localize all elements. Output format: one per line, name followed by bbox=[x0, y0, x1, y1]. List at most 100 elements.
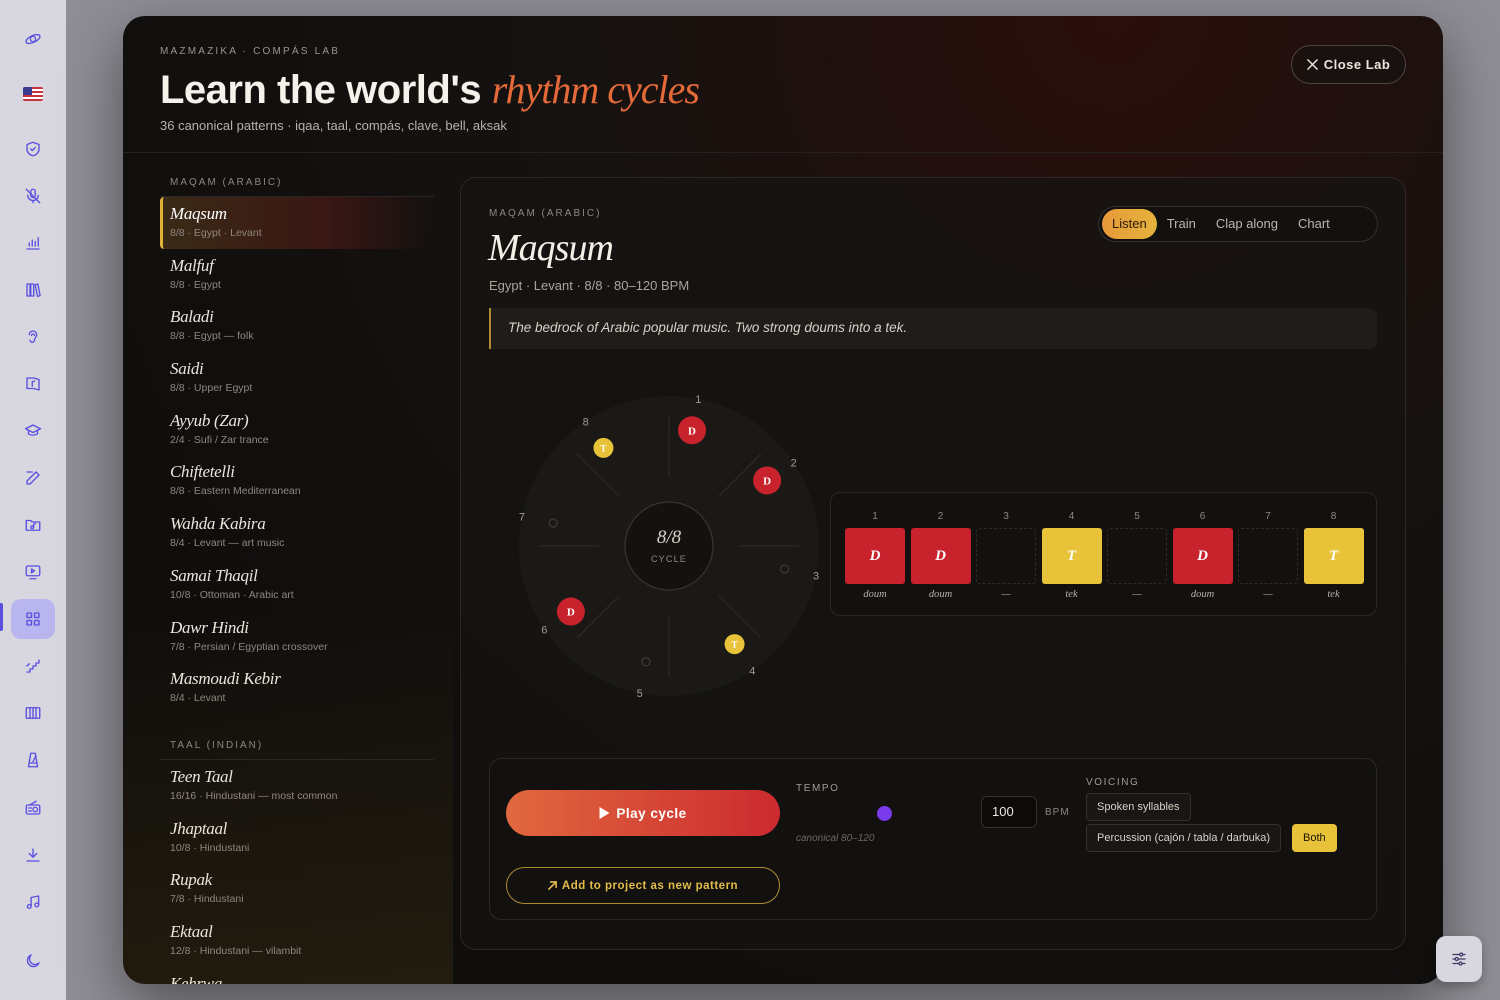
add-to-project-button[interactable]: Add to project as new pattern bbox=[506, 867, 780, 904]
pattern-list-item[interactable]: Teen Taal 16/16 · Hindustani — most commo… bbox=[160, 760, 434, 812]
pattern-list-item[interactable]: Rupak 7/8 · Hindustani bbox=[160, 863, 434, 915]
tempo-input[interactable]: 100 bbox=[981, 796, 1037, 828]
pattern-meta: 10/8 · Ottoman · Arabic art bbox=[170, 588, 294, 601]
close-icon bbox=[1306, 59, 1318, 70]
voicing-label: VOICING bbox=[1086, 777, 1140, 788]
ear-icon[interactable] bbox=[11, 317, 55, 357]
beat-syllable: — bbox=[1001, 589, 1011, 600]
group-label: MAQAM (ARABIC) bbox=[160, 153, 434, 197]
play-cycle-button[interactable]: Play cycle bbox=[506, 790, 780, 836]
stairs-chart-icon[interactable] bbox=[11, 646, 55, 686]
pattern-name: Ektaal bbox=[170, 921, 213, 941]
microphone-off-icon[interactable] bbox=[11, 176, 55, 216]
tab-train[interactable]: Train bbox=[1157, 209, 1206, 239]
shield-icon[interactable] bbox=[11, 129, 55, 169]
pattern-list-item[interactable]: Jhaptaal 10/8 · Hindustani bbox=[160, 812, 434, 864]
tab-listen[interactable]: Listen bbox=[1102, 209, 1157, 239]
pattern-name: Teen Taal bbox=[170, 766, 233, 786]
detail-title: Maqsum bbox=[488, 227, 614, 269]
music-note-icon[interactable] bbox=[11, 882, 55, 922]
beat-cell-tek[interactable]: T bbox=[1303, 528, 1364, 584]
wheel-beat-number: 3 bbox=[813, 570, 819, 582]
graduation-cap-icon[interactable] bbox=[11, 411, 55, 451]
pattern-list-item[interactable]: Malfuf 8/8 · Egypt bbox=[160, 249, 434, 301]
pattern-meta: 8/8 · Eastern Mediterranean bbox=[170, 485, 301, 498]
pattern-name: Rupak bbox=[170, 870, 212, 890]
beat-syllable: tek bbox=[1065, 589, 1078, 600]
beat-column: 2 Ddoum bbox=[910, 493, 971, 617]
detail-meta: Egypt · Levant · 8/8 · 80–120 BPM bbox=[489, 278, 690, 293]
page-subtitle: 36 canonical patterns · iqaa, taal, comp… bbox=[160, 118, 507, 133]
pattern-list-item[interactable]: Masmoudi Kebir 8/4 · Levant bbox=[160, 662, 434, 714]
pattern-list-item[interactable]: Saidi 8/8 · Upper Egypt bbox=[160, 352, 434, 404]
wheel-marker-letter: T bbox=[600, 443, 606, 453]
radio-icon[interactable] bbox=[11, 788, 55, 828]
sliders-icon bbox=[1452, 952, 1466, 966]
beat-cell-rest[interactable] bbox=[1238, 528, 1298, 584]
tempo-label: TEMPO bbox=[796, 783, 840, 794]
close-lab-button[interactable]: Close Lab bbox=[1291, 45, 1406, 84]
title-accent: rhythm cycles bbox=[491, 67, 700, 112]
voicing-percussion-button[interactable]: Percussion (cajón / tabla / darbuka) bbox=[1086, 824, 1282, 852]
arrow-up-right-icon bbox=[547, 881, 557, 890]
pattern-meta: 7/8 · Hindustani bbox=[170, 893, 244, 906]
tempo-slider[interactable] bbox=[796, 806, 971, 821]
monitor-play-icon[interactable] bbox=[11, 552, 55, 592]
pattern-name: Kehrwa bbox=[170, 973, 223, 984]
metronome-icon[interactable] bbox=[11, 740, 55, 780]
moon-icon[interactable] bbox=[11, 941, 55, 981]
beat-cell-tek[interactable]: T bbox=[1041, 528, 1102, 584]
us-flag-icon[interactable] bbox=[11, 74, 55, 114]
beat-syllable: doum bbox=[863, 589, 887, 600]
pattern-list-item[interactable]: Wahda Kabira 8/4 · Levant — art music bbox=[160, 507, 434, 559]
voicing-both-button[interactable]: Both bbox=[1292, 824, 1337, 852]
grid-icon[interactable] bbox=[11, 599, 55, 639]
tempo-slider-thumb[interactable] bbox=[877, 806, 892, 821]
detail-description: The bedrock of Arabic popular music. Two… bbox=[489, 308, 1377, 349]
title-main: Learn the world's bbox=[160, 68, 492, 112]
pattern-list-item[interactable]: Maqsum 8/8 · Egypt · Levant bbox=[160, 197, 434, 249]
wheel-beat-number: 7 bbox=[519, 512, 525, 524]
rhythm-wheel: 8/8 CYCLE 1 D 2 D 3 4 T 5 6 D 7 8 T bbox=[509, 386, 829, 706]
settings-sliders-button[interactable] bbox=[1436, 936, 1482, 982]
pattern-list-item[interactable]: Ayyub (Zar) 2/4 · Sufi / Zar trance bbox=[160, 404, 434, 456]
pattern-detail-panel: MAQAM (ARABIC) Maqsum Egypt · Levant · 8… bbox=[460, 177, 1406, 950]
beat-cell-doum[interactable]: D bbox=[910, 528, 971, 584]
pattern-name: Dawr Hindi bbox=[170, 617, 249, 637]
pattern-list-item[interactable]: Samai Thaqil 10/8 · Ottoman · Arabic art bbox=[160, 559, 434, 611]
book-music-icon[interactable] bbox=[11, 364, 55, 404]
chart-bars-icon[interactable] bbox=[11, 223, 55, 263]
pattern-list-item[interactable]: Chiftetelli 8/8 · Eastern Mediterranean bbox=[160, 455, 434, 507]
piano-icon[interactable] bbox=[11, 693, 55, 733]
play-cycle-label: Play cycle bbox=[616, 805, 687, 821]
pattern-name: Saidi bbox=[170, 359, 204, 379]
download-icon[interactable] bbox=[11, 835, 55, 875]
beat-syllable: doum bbox=[1190, 589, 1215, 600]
pattern-meta: 8/8 · Egypt · Levant bbox=[170, 227, 262, 239]
voicing-spoken-button[interactable]: Spoken syllables bbox=[1086, 793, 1191, 821]
beat-cell-doum[interactable]: D bbox=[845, 528, 905, 584]
planet-logo-icon[interactable] bbox=[11, 19, 55, 59]
pattern-list: MAQAM (ARABIC) Maqsum 8/8 · Egypt · Levant… bbox=[160, 153, 434, 984]
edit-icon[interactable] bbox=[11, 458, 55, 498]
pattern-meta: 7/8 · Persian / Egyptian crossover bbox=[170, 640, 328, 653]
pattern-list-item[interactable]: Kehrwa8/8 · Hindustani bbox=[160, 967, 434, 984]
pattern-name: Malfuf bbox=[170, 255, 214, 275]
folder-music-icon[interactable] bbox=[11, 505, 55, 545]
pattern-name: Samai Thaqil bbox=[170, 565, 258, 585]
beat-cell-rest[interactable] bbox=[1107, 528, 1167, 584]
pattern-list-item[interactable]: Ektaal 12/8 · Hindustani — vilambit bbox=[160, 915, 434, 967]
pattern-list-item[interactable]: Baladi 8/8 · Egypt — folk bbox=[160, 300, 434, 352]
library-icon[interactable] bbox=[11, 270, 55, 310]
pattern-meta: 8/4 · Levant — art music bbox=[170, 537, 285, 550]
beat-number: 2 bbox=[937, 511, 944, 522]
beat-cell-rest[interactable] bbox=[976, 528, 1036, 584]
tab-clap-along[interactable]: Clap along bbox=[1206, 209, 1288, 239]
tab-chart[interactable]: Chart bbox=[1288, 209, 1340, 239]
beat-column: 4 Ttek bbox=[1041, 493, 1102, 617]
beat-syllable: tek bbox=[1327, 589, 1340, 600]
pattern-list-item[interactable]: Dawr Hindi 7/8 · Persian / Egyptian cross… bbox=[160, 611, 434, 663]
app-rail bbox=[0, 0, 66, 1000]
beat-cell-doum[interactable]: D bbox=[1172, 528, 1233, 584]
play-icon bbox=[599, 807, 610, 819]
